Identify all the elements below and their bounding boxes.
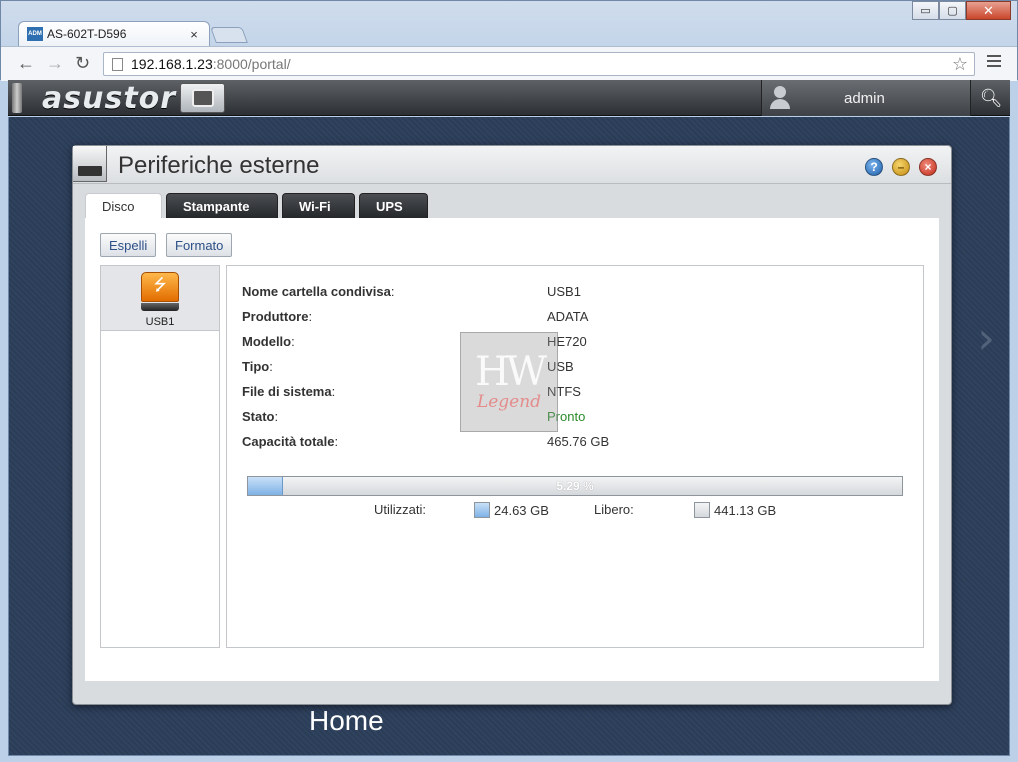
tab-title: AS-602T-D596 xyxy=(47,27,127,41)
detail-label: File di sistema xyxy=(242,384,332,399)
detail-label: Capacità totale xyxy=(242,434,335,449)
format-button[interactable]: Formato xyxy=(166,233,233,257)
detail-label: Modello xyxy=(242,334,292,349)
tab-stampante[interactable]: Stampante xyxy=(166,193,278,218)
tab-bar: Disco Stampante Wi-Fi UPS xyxy=(85,193,428,219)
detail-row-capacity: Capacità totale: 465.76 GB xyxy=(242,434,609,454)
tab-disco[interactable]: Disco xyxy=(85,193,162,219)
device-item-usb1[interactable]: ⭍ USB1 xyxy=(101,266,219,331)
free-value: 441.13 GB xyxy=(714,502,777,518)
address-bar[interactable]: 192.168.1.23:8000/portal/ ☆ xyxy=(103,52,975,76)
drive-icon xyxy=(191,89,214,107)
window-title-bar[interactable]: Periferiche esterne ? – × xyxy=(73,146,951,184)
detail-value: 465.76 GB xyxy=(547,434,610,449)
detail-label: Stato xyxy=(242,409,275,424)
user-menu[interactable]: admin xyxy=(761,80,971,116)
detail-value: HE720 xyxy=(547,334,587,349)
device-label: USB1 xyxy=(145,316,175,328)
minimize-button[interactable]: – xyxy=(892,158,910,176)
external-devices-app-icon xyxy=(73,146,107,182)
usage-bar: 5.29 % xyxy=(247,476,903,496)
window-close-button[interactable]: ✕ xyxy=(966,1,1011,20)
url-host: 192.168.1.23 xyxy=(131,56,213,72)
reload-icon[interactable]: ↻ xyxy=(75,54,90,72)
detail-value: NTFS xyxy=(547,384,581,399)
used-legend-label: Utilizzati: xyxy=(374,502,427,517)
tab-wifi[interactable]: Wi-Fi xyxy=(282,193,355,218)
username: admin xyxy=(844,90,885,107)
detail-value: USB xyxy=(547,359,574,374)
detail-label: Nome cartella condivisa xyxy=(242,284,391,299)
bookmark-star-icon[interactable]: ☆ xyxy=(952,54,968,75)
url-path: :8000/portal/ xyxy=(212,56,291,72)
detail-row-status: Stato: Pronto xyxy=(242,409,585,429)
tab-close-icon[interactable]: × xyxy=(187,27,201,42)
detail-row-type: Tipo: USB xyxy=(242,359,574,379)
eject-button[interactable]: Espelli xyxy=(100,233,157,257)
asustor-logo: asustor xyxy=(42,81,177,116)
favicon-icon: ADM xyxy=(27,27,43,41)
free-legend-label: Libero: xyxy=(594,502,634,517)
free-swatch xyxy=(694,502,710,518)
window-controls: ▭ ▢ ✕ xyxy=(912,1,1011,20)
detail-row-manufacturer: Produttore: ADATA xyxy=(242,309,588,329)
user-icon xyxy=(770,86,790,110)
new-tab-button[interactable] xyxy=(210,27,248,43)
tab-ups[interactable]: UPS xyxy=(359,193,428,218)
status-value: Pronto xyxy=(547,409,586,424)
tab-content: Espelli Formato ⭍ USB1 Nome cartella con… xyxy=(85,218,939,681)
page-icon xyxy=(112,57,123,71)
detail-row-shared-folder: Nome cartella condivisa: USB1 xyxy=(242,284,581,304)
close-button[interactable]: × xyxy=(919,158,937,176)
forward-arrow-icon[interactable]: → xyxy=(46,54,64,72)
home-label: Home xyxy=(309,705,384,736)
window-title: Periferiche esterne xyxy=(118,152,320,179)
app-launcher-button[interactable] xyxy=(180,83,225,113)
help-button[interactable]: ? xyxy=(865,158,883,176)
browser-menu-icon[interactable] xyxy=(987,55,1001,70)
detail-value: USB1 xyxy=(547,284,581,299)
detail-label: Produttore xyxy=(242,309,309,324)
used-swatch xyxy=(474,502,490,518)
detail-value: ADATA xyxy=(547,309,589,324)
title-buttons: ? – × xyxy=(865,158,937,176)
device-list: ⭍ USB1 xyxy=(100,265,220,648)
detail-row-model: Modello: HE720 xyxy=(242,334,587,354)
next-page-arrow-icon[interactable]: › xyxy=(977,313,995,364)
usage-percent: 5.29 % xyxy=(556,479,594,493)
window-minimize-button[interactable]: ▭ xyxy=(912,1,939,20)
adm-header: asustor admin 🔍︎ xyxy=(8,80,1010,116)
search-icon[interactable]: 🔍︎ xyxy=(972,80,1010,116)
sidebar-handle[interactable] xyxy=(12,83,22,113)
detail-row-filesystem: File di sistema: NTFS xyxy=(242,384,581,404)
browser-toolbar: ← → ↻ 192.168.1.23:8000/portal/ ☆ xyxy=(1,46,1017,81)
browser-tab[interactable]: ADM AS-602T-D596 × xyxy=(18,21,210,46)
used-value: 24.63 GB xyxy=(494,502,549,518)
device-details: Nome cartella condivisa: USB1 Produttore… xyxy=(226,265,924,648)
window-maximize-button[interactable]: ▢ xyxy=(939,1,966,20)
external-devices-window: Periferiche esterne ? – × Disco Stampant… xyxy=(72,145,952,705)
detail-label: Tipo xyxy=(242,359,270,374)
used-legend: 24.63 GB xyxy=(474,502,549,518)
usb-drive-icon: ⭍ xyxy=(141,272,179,312)
browser-chrome: ADM AS-602T-D596 × ▭ ▢ ✕ ← → ↻ 192.168.1… xyxy=(0,0,1018,81)
free-legend: 441.13 GB xyxy=(694,502,776,518)
back-arrow-icon[interactable]: ← xyxy=(17,54,35,72)
